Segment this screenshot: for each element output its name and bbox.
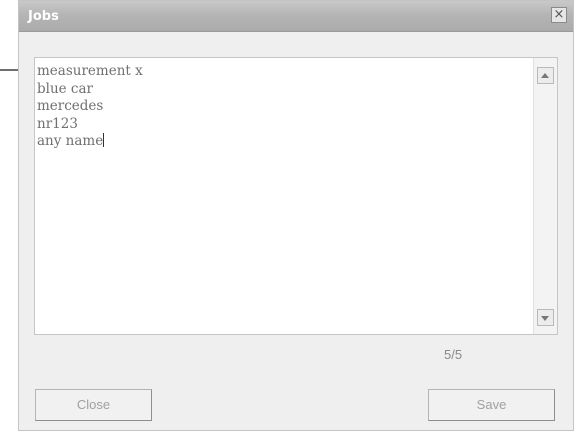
jobs-textarea[interactable]: measurement x blue car mercedes nr123 an…: [34, 57, 558, 335]
job-line: nr123: [37, 115, 78, 132]
scroll-down-button[interactable]: [537, 309, 554, 326]
close-icon[interactable]: ×: [551, 7, 567, 23]
triangle-down-icon: [541, 316, 549, 321]
triangle-up-icon: [541, 73, 549, 78]
jobs-dialog: Jobs × measurement x blue car mercedes n…: [18, 0, 574, 431]
job-line-last: any name: [37, 133, 143, 151]
line-counter: 5/5: [444, 347, 463, 362]
scroll-up-button[interactable]: [537, 67, 554, 84]
job-line: blue car: [37, 80, 93, 97]
job-line: measurement x: [37, 63, 143, 79]
window-title: Jobs: [28, 9, 59, 24]
vertical-scrollbar[interactable]: [533, 58, 557, 334]
job-lines: measurement x blue car mercedes nr123 an…: [37, 63, 143, 151]
job-line-text: any name: [37, 133, 104, 149]
job-line: mercedes: [37, 98, 104, 114]
title-bar[interactable]: Jobs ×: [19, 1, 573, 32]
close-button[interactable]: Close: [35, 389, 152, 421]
save-button[interactable]: Save: [428, 389, 555, 421]
text-caret: [103, 133, 105, 147]
